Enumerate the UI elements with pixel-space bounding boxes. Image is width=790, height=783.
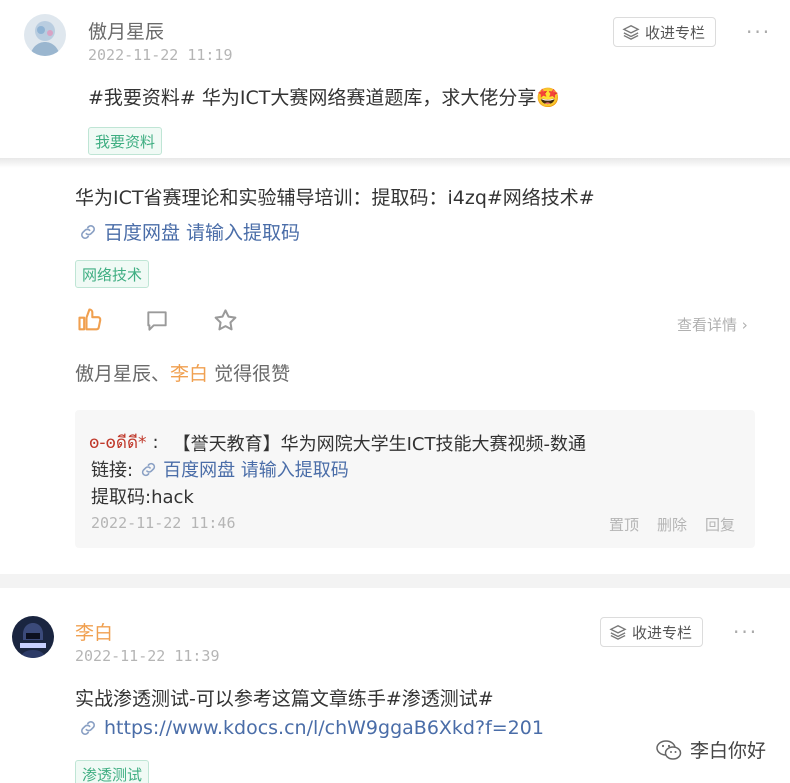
avatar[interactable] — [12, 616, 54, 658]
collect-label[interactable]: 收进专栏 — [632, 622, 692, 643]
delete-button[interactable]: 删除 — [657, 514, 687, 535]
collect-label[interactable]: 收进专栏 — [645, 22, 705, 43]
likers-line: 傲月星辰、李白 觉得很赞 — [75, 359, 290, 386]
link-icon — [81, 224, 95, 239]
comment-line-3: 提取码:hack — [91, 483, 194, 509]
pin-button[interactable]: 置顶 — [609, 514, 639, 535]
view-detail-link[interactable]: 查看详情 › — [677, 314, 748, 335]
like-icon[interactable] — [76, 306, 104, 338]
comment-actions: 置顶 删除 回复 — [609, 514, 735, 535]
stack-icon — [622, 25, 640, 40]
likers-suffix: 觉得很赞 — [208, 363, 291, 385]
author-name[interactable]: 李白 — [75, 618, 113, 645]
watermark-label: 李白你好 — [689, 740, 766, 762]
post-card-1: 傲月星辰 2022-11-22 11:19 收进专栏 ··· #我要资料# 华为… — [0, 0, 790, 158]
comment-box: ꙩ-ꙩดีดี* : 【誉天教育】华为网院大学生ICT技能大赛视频-数通 链接:… — [75, 410, 755, 548]
topic-tag[interactable]: 渗透测试 — [75, 760, 150, 783]
reply-button[interactable]: 回复 — [705, 514, 735, 535]
comment-text: 【誉天教育】华为网院大学生ICT技能大赛视频-数通 — [172, 433, 586, 455]
divider — [0, 158, 790, 168]
post-time: 2022-11-22 11:39 — [75, 647, 220, 665]
post-text: #我要资料# 华为ICT大赛网络赛道题库，求大佬分享🤩 — [88, 87, 561, 109]
comment-line-2: 链接: 百度网盘 请输入提取码 — [91, 456, 349, 482]
post-text: 华为ICT省赛理论和实验辅导培训：提取码：i4zq#网络技术# — [75, 187, 595, 209]
comment-colon: : — [152, 432, 159, 453]
more-icon[interactable]: ··· — [733, 620, 758, 644]
link-icon — [81, 721, 95, 735]
wechat-icon — [656, 739, 682, 760]
author-name[interactable]: 傲月星辰 — [88, 17, 164, 44]
liker-name[interactable]: 李白 — [170, 363, 208, 385]
comment-time: 2022-11-22 11:46 — [91, 514, 236, 532]
comment-line-1: ꙩ-ꙩดีดี* : 【誉天教育】华为网院大学生ICT技能大赛视频-数通 — [89, 429, 586, 456]
commenter-name[interactable]: ꙩ-ꙩดีดี* — [89, 429, 147, 456]
comment-link-prefix: 链接: — [91, 460, 134, 481]
link-icon — [141, 462, 156, 476]
stack-icon — [609, 625, 627, 640]
post-text: 实战渗透测试-可以参考这篇文章练手#渗透测试# — [75, 688, 494, 710]
collect-button[interactable]: 收进专栏 — [600, 617, 704, 647]
post-link[interactable]: 百度网盘 请输入提取码 — [78, 218, 300, 245]
topic-tag[interactable]: 我要资料 — [88, 127, 163, 155]
link-text[interactable]: https://www.kdocs.cn/l/chW9ggaB6Xkd?f=20… — [104, 717, 544, 739]
collect-button[interactable]: 收进专栏 — [613, 17, 717, 47]
topic-tag[interactable]: 网络技术 — [75, 260, 150, 288]
chevron-right-icon: › — [741, 316, 748, 334]
comment-link[interactable]: 百度网盘 请输入提取码 — [139, 456, 349, 482]
star-icon[interactable] — [212, 307, 239, 338]
comment-icon[interactable] — [144, 308, 170, 338]
comment-link-text[interactable]: 百度网盘 请输入提取码 — [163, 456, 349, 482]
liker-name[interactable]: 傲月星辰、 — [75, 363, 170, 385]
comment-code: 提取码:hack — [91, 487, 194, 508]
section-divider — [0, 574, 790, 588]
more-icon[interactable]: ··· — [746, 20, 771, 44]
post-link[interactable]: https://www.kdocs.cn/l/chW9ggaB6Xkd?f=20… — [78, 717, 544, 739]
wechat-watermark: 李白你好 — [656, 736, 766, 763]
link-text[interactable]: 百度网盘 请输入提取码 — [104, 218, 300, 245]
post-time: 2022-11-22 11:19 — [88, 46, 233, 64]
avatar[interactable] — [24, 14, 66, 56]
